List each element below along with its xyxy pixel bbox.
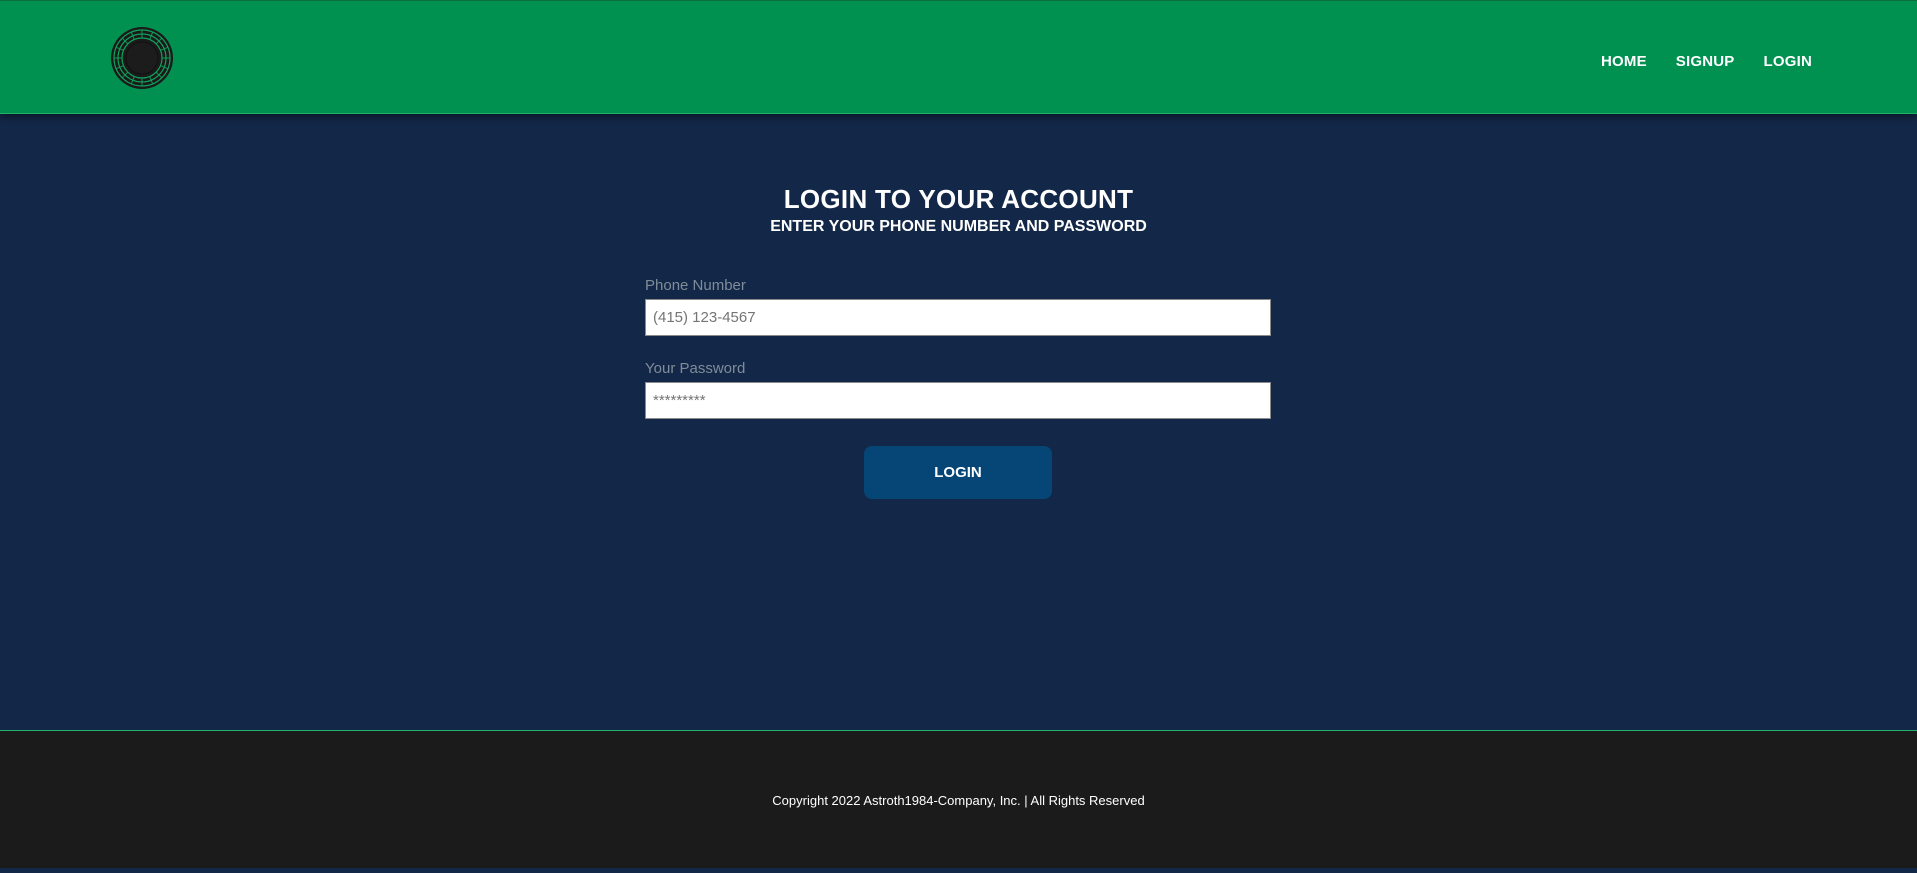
phone-number-input[interactable] [645, 299, 1271, 336]
site-footer: Copyright 2022 Astroth1984-Company, Inc.… [0, 730, 1917, 868]
login-button[interactable]: LOGIN [864, 446, 1052, 499]
password-label: Your Password [645, 360, 746, 377]
nav-home-link[interactable]: HOME [1601, 53, 1647, 70]
page-subtitle: ENTER YOUR PHONE NUMBER AND PASSWORD [770, 218, 1147, 235]
main-nav: HOME SIGNUP LOGIN [1601, 53, 1812, 70]
login-section: LOGIN TO YOUR ACCOUNT ENTER YOUR PHONE N… [0, 114, 1917, 730]
footer-bottom-strip [0, 868, 1917, 873]
site-header: HOME SIGNUP LOGIN [0, 0, 1917, 114]
phone-group: Phone Number [645, 277, 1271, 336]
password-input[interactable] [645, 382, 1271, 419]
nav-login-link[interactable]: LOGIN [1764, 53, 1813, 70]
page-title: LOGIN TO YOUR ACCOUNT [783, 184, 1134, 214]
circular-emblem-icon[interactable] [110, 26, 174, 90]
copyright-text: Copyright 2022 Astroth1984-Company, Inc.… [772, 793, 1145, 808]
phone-label: Phone Number [645, 277, 746, 294]
password-group: Your Password [645, 360, 1271, 419]
nav-signup-link[interactable]: SIGNUP [1676, 53, 1735, 70]
login-form: Phone Number Your Password [645, 277, 1271, 419]
